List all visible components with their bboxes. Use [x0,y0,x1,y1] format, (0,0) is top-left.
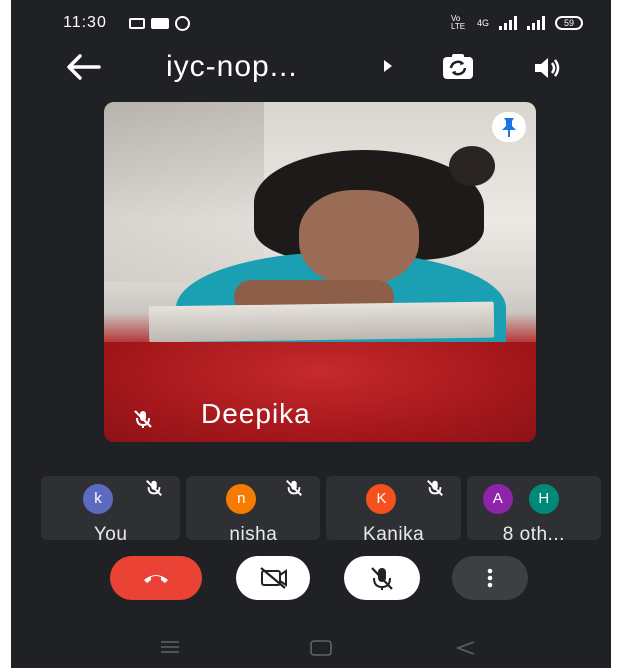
mic-toggle-button[interactable] [344,556,420,600]
signal-2-icon [527,16,545,30]
signal-1-icon [499,16,517,30]
back-icon[interactable] [454,640,478,661]
video-person-bun [449,146,495,186]
participant-name: nisha [229,524,278,540]
avatar: H [528,484,559,514]
network-type: 4G [476,18,489,28]
mic-off-icon [132,408,154,430]
recent-apps-icon[interactable] [159,640,181,659]
mic-off-icon [284,478,304,498]
video-person-face [299,190,419,285]
participant-tile-others[interactable]: A H 8 oth... [466,476,601,540]
main-participant-name: Deepika [201,398,311,429]
back-arrow-icon[interactable] [63,50,103,84]
end-call-button[interactable] [110,556,202,600]
camera-off-icon [260,567,287,589]
avatar: k [83,484,113,514]
title-dropdown-icon[interactable] [384,60,392,72]
camera-toggle-button[interactable] [236,556,310,600]
meeting-title[interactable]: iyc-nop... [166,50,298,84]
call-controls [11,556,611,602]
mic-off-icon [371,567,393,590]
participant-name: 8 oth... [502,524,565,540]
avatar: A [482,484,513,514]
pin-icon[interactable] [492,112,526,142]
participant-name: You [93,524,128,540]
participant-tile-kanika[interactable]: K Kanika [326,476,461,540]
participants-strip: k You n nisha K Kanika A H 8 oth... [41,476,601,540]
participant-tile-nisha[interactable]: n nisha [186,476,321,540]
status-right: Vo LTE 4G 59 [451,15,583,31]
video-board [148,301,495,343]
status-time: 11:30 [63,14,107,31]
status-bar: 11:30 Vo LTE 4G 59 [11,12,611,38]
home-icon[interactable] [309,640,333,661]
video-background [104,102,264,282]
call-header: iyc-nop... [11,46,611,90]
app-notification-icon [151,18,169,29]
switch-camera-icon[interactable] [440,52,476,82]
participant-name: Kanika [363,524,425,540]
phone-screen: 11:30 Vo LTE 4G 59 iyc-nop... Deepika k … [11,0,611,668]
whatsapp-notification-icon [175,16,190,31]
more-options-icon [487,568,493,588]
main-video-tile[interactable]: Deepika [104,102,536,442]
speaker-icon[interactable] [532,54,562,82]
avatar: K [366,484,397,514]
end-call-icon [144,575,168,583]
video-notification-icon [129,18,145,29]
participant-tile-you[interactable]: k You [41,476,181,540]
avatar: n [226,484,257,514]
system-nav-bar [11,628,611,668]
mic-off-icon [425,478,445,498]
video-person-lap [104,342,536,442]
notification-icons [129,16,190,31]
battery-icon: 59 [555,16,583,30]
volte-indicator: Vo LTE [450,14,466,31]
mic-off-icon [144,478,164,498]
more-options-button[interactable] [452,556,528,600]
